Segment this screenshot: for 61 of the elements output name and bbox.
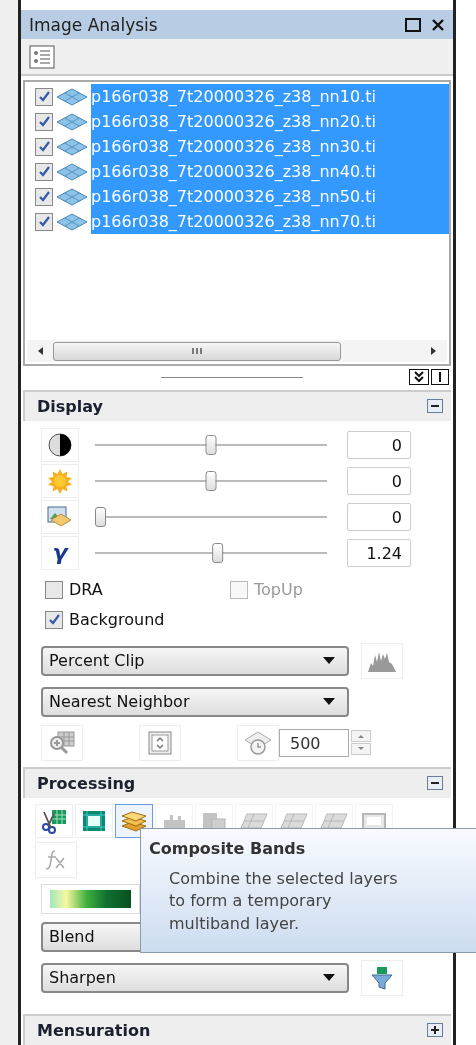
tool-button[interactable]	[115, 803, 153, 838]
option-label: DRA	[69, 580, 103, 600]
slider-thumb[interactable]	[205, 470, 217, 491]
value-field[interactable]: 0	[347, 430, 411, 459]
raster-layer-icon	[56, 187, 88, 206]
section-title: Display	[37, 396, 104, 416]
collapse-icon[interactable]	[427, 776, 443, 791]
horizontal-scrollbar[interactable]	[27, 340, 447, 363]
fit-icon[interactable]	[147, 729, 173, 756]
gamma-symbol: γ	[52, 540, 68, 566]
contrast-icon	[47, 431, 73, 458]
timer-icon[interactable]	[243, 729, 273, 756]
scroll-right-icon[interactable]	[429, 346, 437, 357]
refresh-interval-field[interactable]: 500	[279, 728, 349, 757]
slider-thumb[interactable]	[95, 506, 106, 527]
raster-layer-icon	[56, 87, 88, 106]
value-field[interactable]: 0	[347, 466, 411, 495]
layer-checkbox[interactable]	[35, 212, 53, 231]
section-title: Processing	[37, 773, 137, 793]
resampling-dropdown[interactable]: Nearest Neighbor	[41, 686, 349, 717]
raster-layer-icon	[56, 137, 88, 156]
stretch-dropdown[interactable]: Percent Clip	[41, 645, 349, 676]
color-ramp[interactable]	[41, 883, 140, 914]
tooltip-text: Combine the selected layers to form a temporary multiband layer.	[169, 868, 399, 935]
raster-layer-icon	[56, 212, 88, 231]
zoom-table-icon[interactable]	[47, 729, 77, 756]
raster-layer-icon	[56, 162, 88, 181]
maximize-icon[interactable]	[405, 17, 421, 32]
spinner-arrows[interactable]	[351, 730, 371, 756]
section-title: Mensuration	[37, 1020, 152, 1040]
layer-checkbox[interactable]	[35, 187, 53, 206]
layer-checkbox[interactable]	[35, 87, 53, 106]
pin-icon[interactable]	[431, 368, 449, 385]
layer-checkbox[interactable]	[35, 137, 53, 156]
grip-icon[interactable]	[190, 347, 204, 356]
caret-icon[interactable]	[323, 973, 335, 982]
collapse-all-icon[interactable]	[409, 368, 429, 385]
window-title: Image Analysis	[29, 14, 159, 35]
filter-icon[interactable]	[369, 964, 395, 991]
scissors-grid-icon	[40, 807, 68, 834]
slider-thumb[interactable]	[212, 542, 224, 563]
option-checkbox[interactable]	[45, 610, 63, 629]
tooltip-title: Composite Bands	[149, 839, 307, 858]
option-label: Background	[69, 610, 165, 630]
raster-layer-icon	[56, 112, 88, 131]
caret-icon[interactable]	[323, 697, 335, 706]
list-options-icon[interactable]	[29, 44, 55, 69]
slider-thumb[interactable]	[205, 434, 217, 455]
scroll-left-icon[interactable]	[37, 346, 45, 357]
caret-icon[interactable]	[323, 656, 335, 665]
sharpen-dropdown[interactable]: Sharpen	[41, 962, 349, 993]
expand-icon[interactable]	[427, 1023, 443, 1038]
collapse-icon[interactable]	[427, 399, 443, 414]
sun-icon	[47, 467, 73, 494]
option-checkbox[interactable]	[45, 580, 63, 599]
layer-checkbox[interactable]	[35, 112, 53, 131]
close-icon[interactable]	[431, 17, 445, 32]
value-field[interactable]: 1.24	[347, 538, 411, 567]
layer-checkbox[interactable]	[35, 162, 53, 181]
option-label: TopUp	[254, 580, 303, 600]
value-field[interactable]: 0	[347, 502, 411, 531]
